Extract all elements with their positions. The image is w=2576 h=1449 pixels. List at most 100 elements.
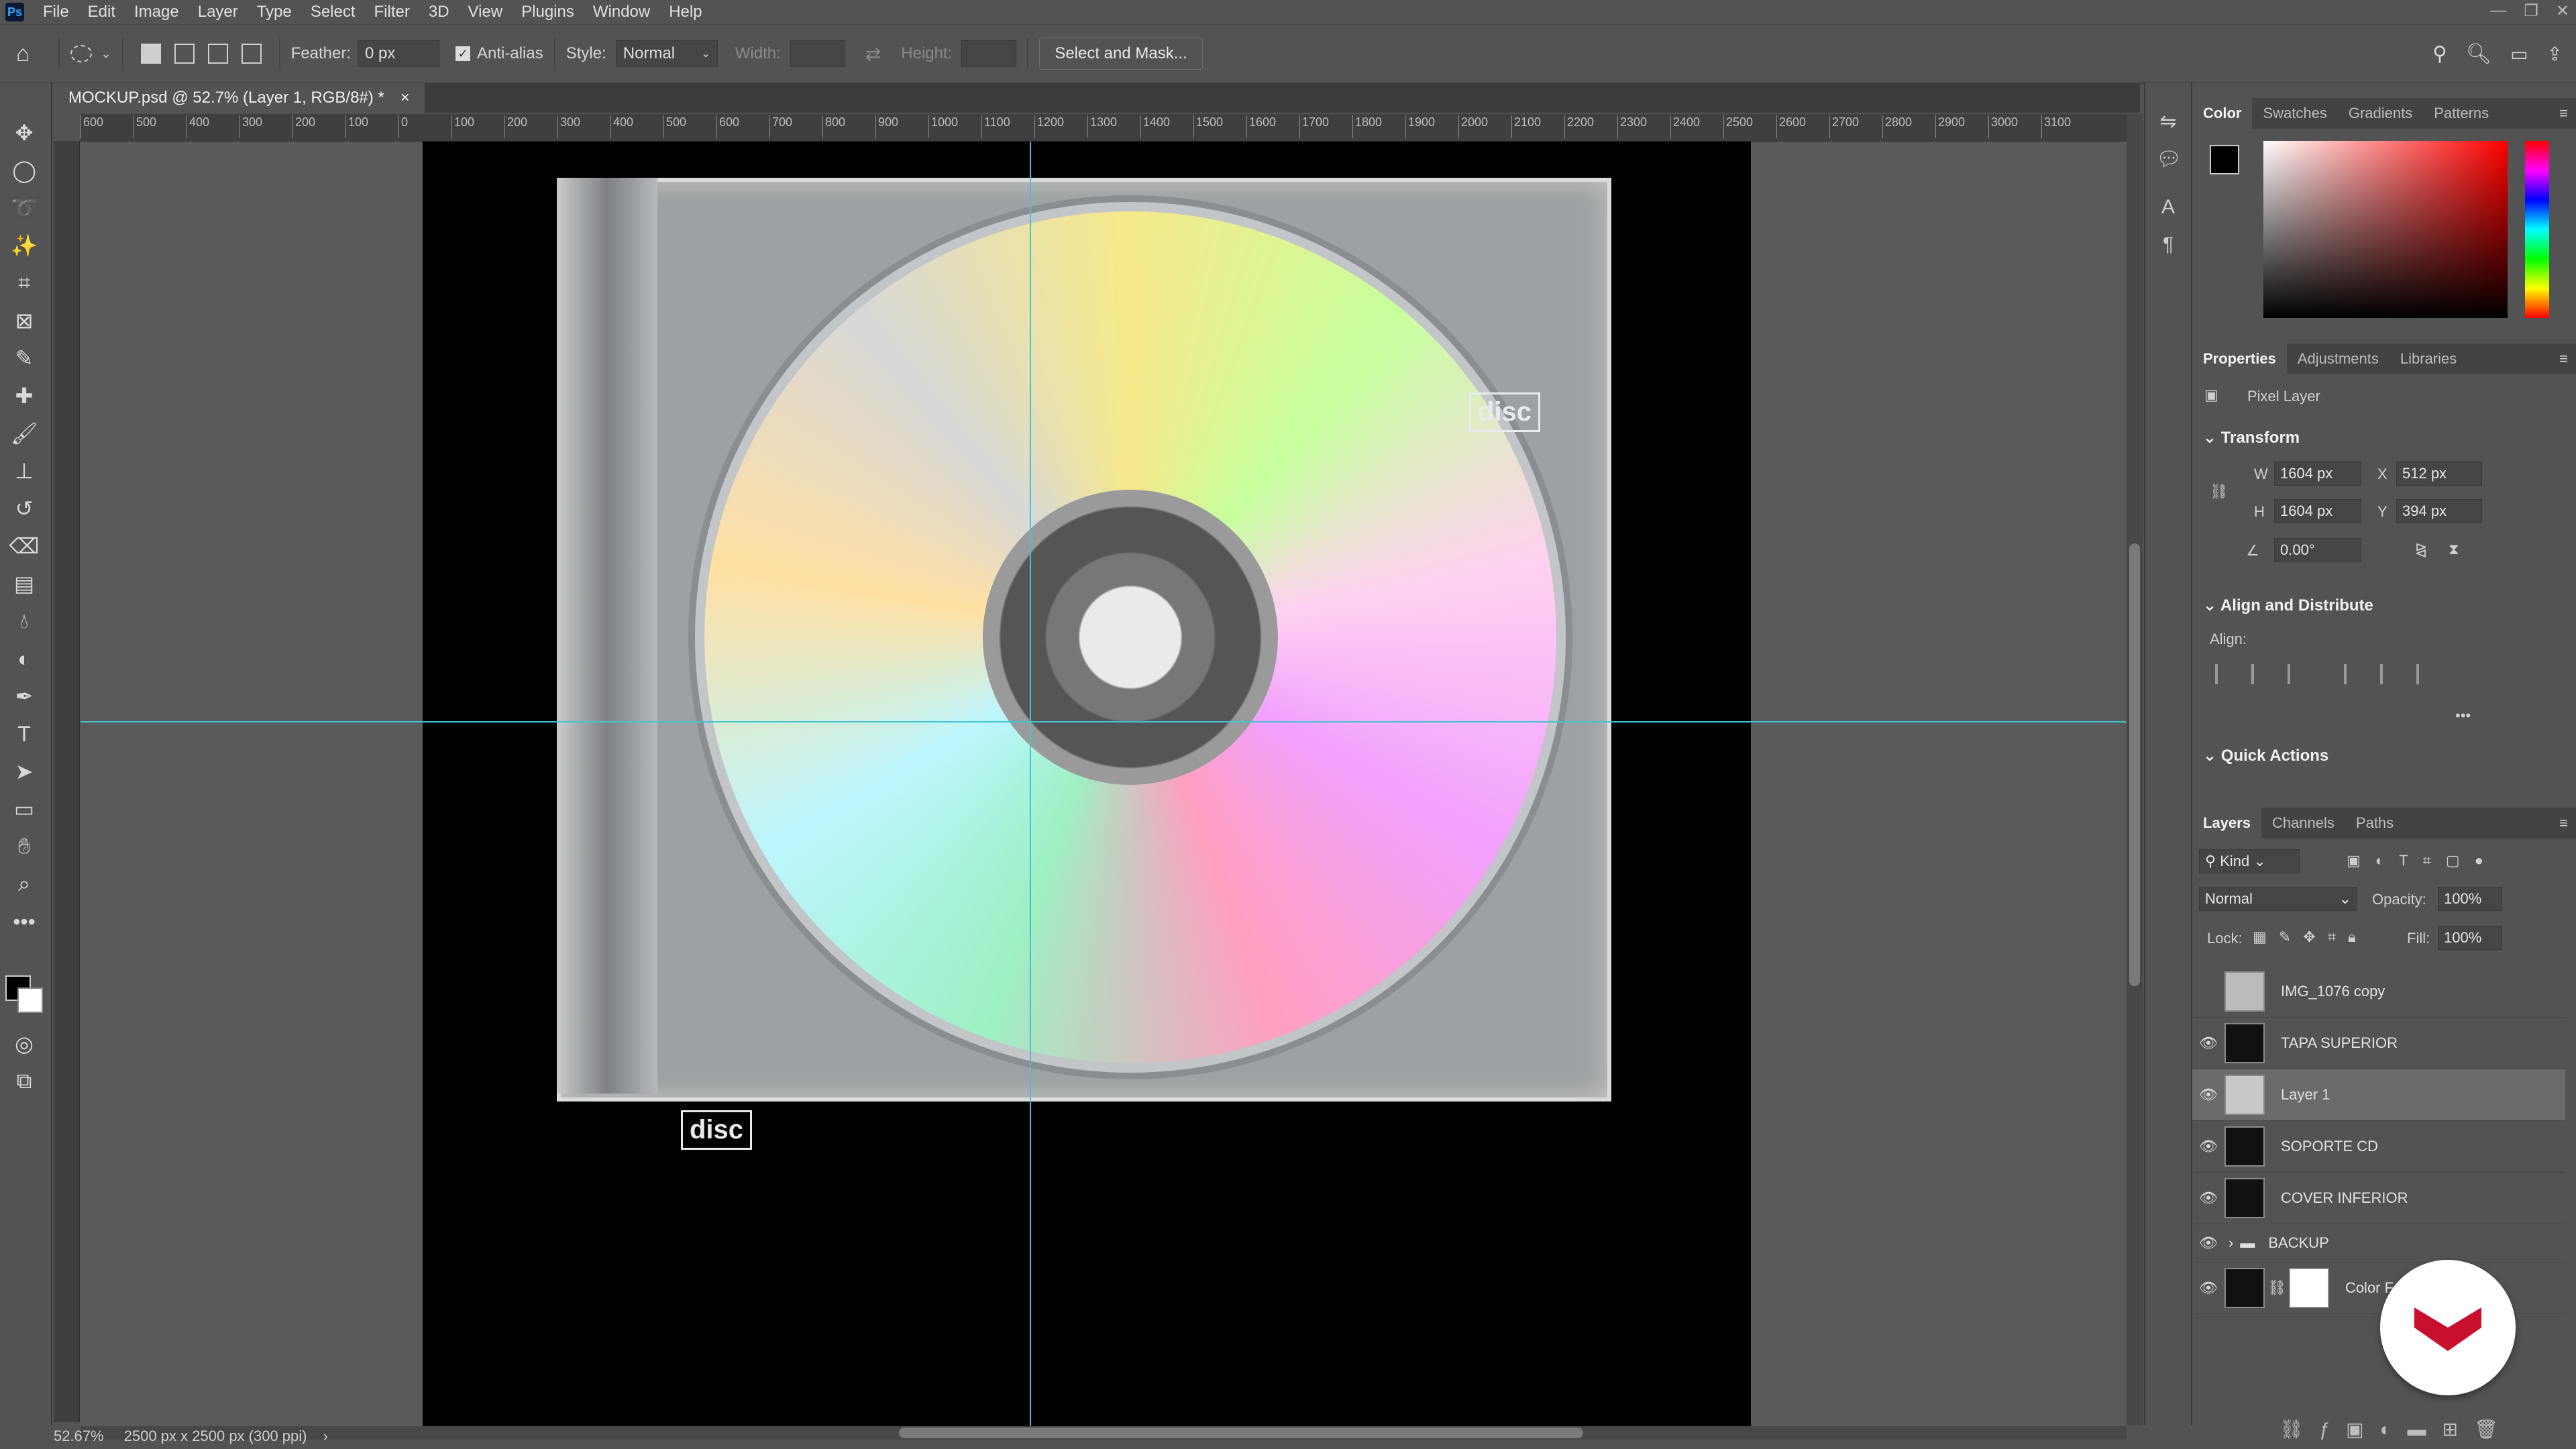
share-icon[interactable]: ⇪: [2547, 43, 2563, 65]
layer-filter-icons[interactable]: ▣◐T⌗▢●: [2347, 852, 2498, 869]
align-right-icon[interactable]: [2288, 664, 2310, 684]
kind-filter-select[interactable]: ⚲ Kind ⌄: [2199, 849, 2300, 873]
background-color-swatch[interactable]: [17, 987, 43, 1013]
tab-patterns[interactable]: Patterns: [2423, 98, 2500, 129]
vertical-scroll-thumb[interactable]: [2129, 543, 2140, 986]
path-selection-tool-icon[interactable]: ➤: [9, 757, 39, 786]
zoom-level[interactable]: 52.67%: [54, 1428, 104, 1444]
align-bottom-icon[interactable]: [2416, 664, 2439, 684]
menu-plugins[interactable]: Plugins: [512, 3, 584, 21]
gradient-tool-icon[interactable]: ▤: [9, 569, 39, 598]
link-icon[interactable]: ⛓: [2210, 483, 2229, 500]
eraser-tool-icon[interactable]: ⌫: [9, 531, 39, 561]
width-input[interactable]: [790, 40, 845, 67]
layer-row[interactable]: IMG_1076 copy: [2192, 966, 2565, 1018]
healing-brush-tool-icon[interactable]: ✚: [9, 381, 39, 411]
layer-row[interactable]: 👁︎ TAPA SUPERIOR: [2192, 1018, 2565, 1069]
type-tool-icon[interactable]: T: [9, 719, 39, 749]
lasso-tool-icon[interactable]: ➰: [9, 193, 39, 223]
minimize-icon[interactable]: —: [2490, 1, 2506, 21]
antialias-checkbox[interactable]: ✓: [455, 46, 471, 61]
menu-edit[interactable]: Edit: [78, 3, 125, 21]
character-icon[interactable]: A: [2156, 196, 2180, 220]
align-left-icon[interactable]: [2215, 664, 2238, 684]
color-foreground-swatch[interactable]: [2210, 145, 2239, 174]
search-icon[interactable]: 🔍︎: [2466, 42, 2491, 66]
tab-gradients[interactable]: Gradients: [2338, 98, 2423, 129]
panel-menu-icon[interactable]: ≡: [2559, 350, 2576, 368]
menu-3d[interactable]: 3D: [419, 3, 459, 21]
more-options-icon[interactable]: •••: [2455, 707, 2471, 724]
tab-channels[interactable]: Channels: [2261, 808, 2345, 839]
pen-tool-icon[interactable]: ✒: [9, 682, 39, 711]
menu-window[interactable]: Window: [584, 3, 659, 21]
height-input[interactable]: [961, 40, 1017, 67]
align-middle-icon[interactable]: [2380, 664, 2403, 684]
feather-input[interactable]: 0 px: [358, 40, 440, 67]
tab-swatches[interactable]: Swatches: [2252, 98, 2337, 129]
workspace-icon[interactable]: ▭: [2510, 43, 2528, 65]
menu-layer[interactable]: Layer: [189, 3, 248, 21]
tab-layers[interactable]: Layers: [2192, 808, 2261, 839]
flip-vertical-icon[interactable]: ⧗: [2449, 541, 2459, 558]
x-field[interactable]: 512 px: [2396, 462, 2482, 486]
y-field[interactable]: 394 px: [2396, 499, 2482, 523]
menu-image[interactable]: Image: [125, 3, 189, 21]
select-and-mask-button[interactable]: Select and Mask...: [1039, 38, 1203, 70]
stamp-tool-icon[interactable]: ⊥: [9, 456, 39, 486]
menu-select[interactable]: Select: [301, 3, 365, 21]
subtract-selection-icon[interactable]: [207, 44, 228, 64]
panel-menu-icon[interactable]: ≡: [2559, 105, 2576, 122]
panel-menu-icon[interactable]: ≡: [2559, 814, 2576, 832]
search-help-icon[interactable]: ⚲: [2432, 42, 2447, 66]
move-tool-icon[interactable]: ✥: [9, 118, 39, 148]
tab-paths[interactable]: Paths: [2345, 808, 2404, 839]
tab-adjustments[interactable]: Adjustments: [2287, 343, 2390, 374]
menu-file[interactable]: File: [34, 3, 78, 21]
angle-field[interactable]: 0.00°: [2274, 538, 2361, 562]
opacity-field[interactable]: 100%: [2438, 887, 2502, 911]
blend-mode-select[interactable]: Normal ⌄: [2199, 887, 2357, 911]
eye-icon[interactable]: 👁︎: [2192, 1034, 2224, 1052]
menu-filter[interactable]: Filter: [365, 3, 419, 21]
layer-row[interactable]: 👁︎ SOPORTE CD: [2192, 1121, 2565, 1173]
add-selection-icon[interactable]: [174, 44, 195, 64]
eye-icon[interactable]: 👁︎: [2192, 1086, 2224, 1104]
height-field[interactable]: 1604 px: [2274, 499, 2361, 523]
elliptical-marquee-icon[interactable]: [70, 45, 92, 62]
restore-icon[interactable]: ❐: [2524, 1, 2538, 21]
align-top-icon[interactable]: [2344, 664, 2367, 684]
frame-tool-icon[interactable]: ⊠: [9, 306, 39, 335]
status-arrow[interactable]: ›: [323, 1428, 328, 1444]
home-icon[interactable]: ⌂: [16, 41, 30, 67]
dodge-tool-icon[interactable]: ◐: [9, 644, 39, 674]
elliptical-marquee-tool-icon[interactable]: ◯: [9, 156, 39, 185]
width-field[interactable]: 1604 px: [2274, 462, 2361, 486]
tab-properties[interactable]: Properties: [2192, 343, 2287, 374]
chevron-right-icon[interactable]: ›: [2229, 1234, 2233, 1252]
hand-tool-icon[interactable]: ✋︎: [9, 832, 39, 861]
align-center-icon[interactable]: [2251, 664, 2274, 684]
flip-horizontal-icon[interactable]: ⧎: [2415, 541, 2427, 558]
lock-icons[interactable]: ▦✎✥⌗🔒︎: [2253, 928, 2368, 946]
comments-icon[interactable]: 💬︎: [2156, 148, 2182, 172]
color-picker-field[interactable]: [2263, 141, 2508, 318]
menu-help[interactable]: Help: [659, 3, 711, 21]
close-tab-icon[interactable]: ×: [400, 89, 410, 107]
history-brush-tool-icon[interactable]: ↺: [9, 494, 39, 523]
menu-type[interactable]: Type: [248, 3, 301, 21]
quick-mask-icon[interactable]: ◎: [9, 1029, 39, 1059]
history-icon[interactable]: ⇋: [2156, 110, 2180, 134]
hue-slider[interactable]: [2525, 141, 2549, 318]
menu-view[interactable]: View: [459, 3, 513, 21]
zoom-tool-icon[interactable]: ⌕: [9, 869, 39, 899]
brush-tool-icon[interactable]: 🖌︎: [9, 419, 39, 448]
fill-field[interactable]: 100%: [2438, 926, 2502, 950]
layer-row-selected[interactable]: 👁︎ Layer 1: [2192, 1069, 2565, 1121]
align-distribute-header[interactable]: ⌄ Align and Distribute: [2203, 596, 2373, 615]
eye-icon[interactable]: 👁︎: [2192, 1279, 2224, 1297]
tab-color[interactable]: Color: [2192, 98, 2253, 129]
screen-mode-icon[interactable]: ⧉: [9, 1067, 39, 1096]
blur-tool-icon[interactable]: 💧︎: [9, 606, 39, 636]
eye-icon[interactable]: 👁︎: [2192, 1234, 2224, 1252]
